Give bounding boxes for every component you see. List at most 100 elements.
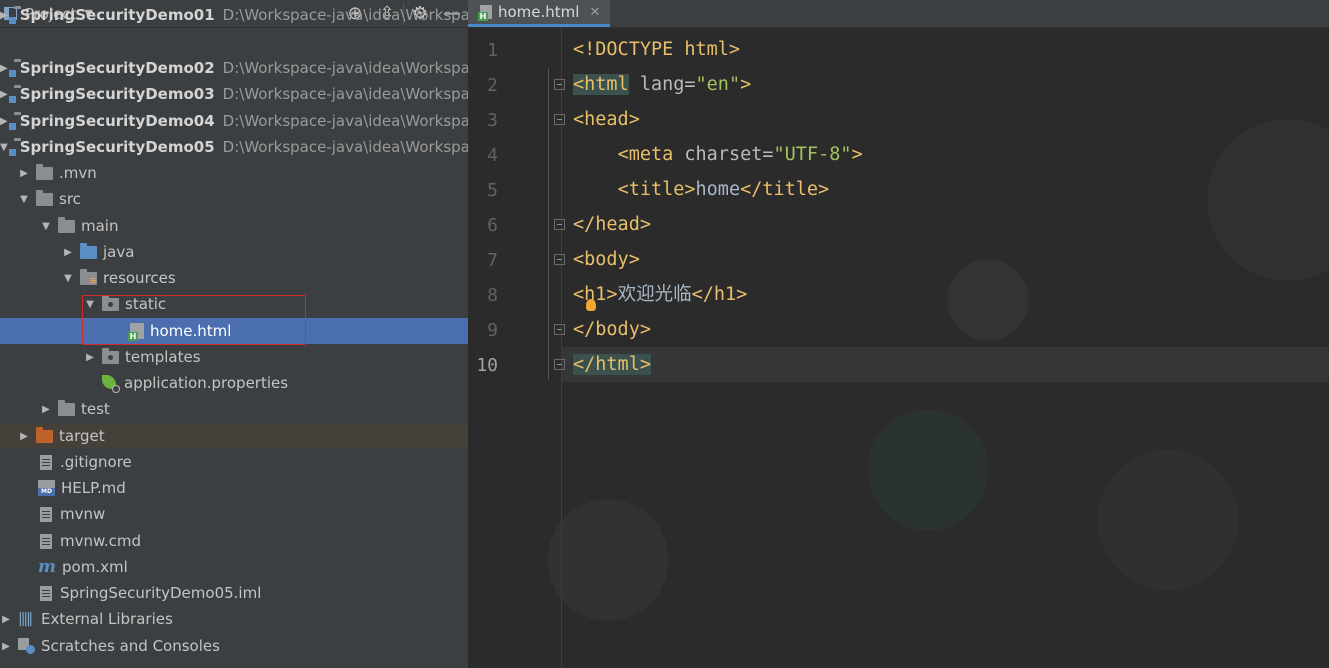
expand-arrow-icon[interactable]: ▶ bbox=[0, 63, 8, 74]
html-file-icon bbox=[128, 323, 144, 341]
current-line-highlight bbox=[561, 347, 1329, 382]
code-token: charset= bbox=[673, 144, 774, 165]
tree-item-springsecuritydemo02[interactable]: ▶ SpringSecurityDemo02 D:\Workspace-java… bbox=[0, 55, 468, 81]
code-token: <!DOCTYPE html> bbox=[573, 39, 741, 60]
collapse-arrow-icon[interactable]: ▼ bbox=[0, 142, 8, 153]
text-file-icon bbox=[40, 454, 52, 470]
tree-item-label: SpringSecurityDemo04 bbox=[19, 112, 215, 130]
tree-item-path: D:\Workspace-java\idea\Workspac bbox=[222, 6, 468, 24]
tree-item-label: templates bbox=[125, 348, 201, 366]
expand-arrow-icon[interactable]: ▶ bbox=[18, 168, 30, 179]
fold-marker-icon[interactable] bbox=[554, 254, 565, 265]
collapse-arrow-icon[interactable]: ▼ bbox=[40, 221, 52, 232]
tree-item-application-properties[interactable]: ▶ application.properties bbox=[0, 370, 468, 396]
markdown-file-icon bbox=[38, 480, 55, 496]
code-editor[interactable]: home.html ✕ 1 2 3 4 5 6 7 8 9 10 <!DOCTY… bbox=[468, 0, 1329, 668]
tree-item-label: SpringSecurityDemo05 bbox=[19, 138, 215, 156]
code-line[interactable]: <html lang="en"> bbox=[573, 67, 751, 102]
expand-arrow-icon[interactable]: ▶ bbox=[0, 10, 8, 21]
text-file-icon bbox=[40, 533, 52, 549]
code-token: <meta bbox=[617, 144, 674, 165]
tab-label: home.html bbox=[498, 3, 580, 21]
expand-arrow-icon[interactable]: ▶ bbox=[40, 404, 52, 415]
expand-arrow-icon[interactable]: ▶ bbox=[18, 431, 30, 442]
tree-item-templates[interactable]: ▶ templates bbox=[0, 344, 468, 370]
tree-item-test[interactable]: ▶ test bbox=[0, 396, 468, 422]
tree-item-label: mvnw bbox=[60, 505, 106, 523]
folder-icon bbox=[36, 189, 53, 206]
code-line[interactable]: <h1>欢迎光临</h1> bbox=[573, 277, 747, 312]
code-token: "UTF-8" bbox=[773, 144, 852, 165]
expand-arrow-icon[interactable]: ▶ bbox=[62, 247, 74, 258]
tree-item-label: application.properties bbox=[124, 374, 289, 392]
code-line[interactable]: <!DOCTYPE html> bbox=[573, 32, 740, 67]
fold-marker-icon[interactable] bbox=[554, 324, 565, 335]
tree-item-mvn[interactable]: ▶ .mvn bbox=[0, 160, 468, 186]
tree-item-springsecuritydemo01[interactable]: ▶ SpringSecurityDemo01 D:\Workspace-java… bbox=[0, 2, 468, 28]
code-line[interactable]: <body> bbox=[573, 242, 640, 277]
expand-arrow-icon[interactable]: ▶ bbox=[0, 641, 12, 652]
code-line[interactable]: </head> bbox=[573, 207, 651, 242]
tree-item-iml[interactable]: ▶ SpringSecurityDemo05.iml bbox=[0, 580, 468, 606]
tree-item-label: resources bbox=[103, 269, 176, 287]
tree-item-target[interactable]: ▶ target bbox=[0, 423, 468, 449]
fold-marker-icon[interactable] bbox=[554, 219, 565, 230]
tree-item-springsecuritydemo03[interactable]: ▶ SpringSecurityDemo03 D:\Workspace-java… bbox=[0, 81, 468, 107]
tab-home-html[interactable]: home.html ✕ bbox=[468, 0, 610, 27]
spring-properties-icon bbox=[102, 375, 120, 393]
code-line[interactable]: </html> bbox=[573, 347, 651, 382]
tree-item-static[interactable]: ▼ static bbox=[0, 291, 468, 317]
code-line[interactable]: <title>home</title> bbox=[573, 172, 830, 207]
code-token: <head> bbox=[573, 109, 640, 130]
line-number: 10 bbox=[476, 355, 498, 376]
tree-item-path: D:\Workspace-java\idea\Workspac bbox=[222, 138, 468, 156]
html-file-icon bbox=[478, 5, 492, 21]
tree-item-external-libraries[interactable]: ▶ |||‖ External Libraries bbox=[0, 606, 468, 632]
tree-item-src[interactable]: ▼ src bbox=[0, 186, 468, 212]
tree-item-label: Scratches and Consoles bbox=[41, 637, 220, 655]
tree-item-mvnw-cmd[interactable]: ▶ mvnw.cmd bbox=[0, 528, 468, 554]
collapse-arrow-icon[interactable]: ▼ bbox=[62, 273, 74, 284]
fold-marker-icon[interactable] bbox=[554, 114, 565, 125]
collapse-arrow-icon[interactable]: ▼ bbox=[84, 299, 96, 310]
expand-arrow-icon[interactable]: ▶ bbox=[0, 89, 8, 100]
expand-arrow-icon[interactable]: ▶ bbox=[0, 614, 12, 625]
scratches-icon bbox=[18, 638, 35, 654]
maven-icon: m bbox=[38, 557, 56, 577]
fold-marker-icon[interactable] bbox=[554, 359, 565, 370]
line-number: 7 bbox=[487, 250, 498, 271]
code-line[interactable]: </body> bbox=[573, 312, 651, 347]
module-file-icon bbox=[40, 585, 52, 601]
tree-item-java[interactable]: ▶ java bbox=[0, 239, 468, 265]
expand-arrow-icon[interactable]: ▶ bbox=[84, 352, 96, 363]
tree-item-home-html[interactable]: ▶ home.html bbox=[0, 318, 468, 344]
tree-item-label: home.html bbox=[150, 322, 232, 340]
folder-icon bbox=[58, 216, 75, 233]
tree-item-label: src bbox=[59, 190, 81, 208]
tree-item-main[interactable]: ▼ main bbox=[0, 213, 468, 239]
tree-item-resources[interactable]: ▼ resources bbox=[0, 265, 468, 291]
line-number: 1 bbox=[487, 40, 498, 61]
tree-item-gitignore[interactable]: ▶ .gitignore bbox=[0, 449, 468, 475]
tree-item-scratches[interactable]: ▶ Scratches and Consoles bbox=[0, 633, 468, 659]
line-number: 5 bbox=[487, 180, 498, 201]
editor-tab-bar: home.html ✕ bbox=[468, 0, 1329, 28]
lightbulb-icon[interactable] bbox=[586, 299, 596, 311]
fold-marker-icon[interactable] bbox=[554, 79, 565, 90]
tree-item-pom-xml[interactable]: ▶ m pom.xml bbox=[0, 554, 468, 580]
code-line[interactable]: <head> bbox=[573, 102, 640, 137]
tree-item-help-md[interactable]: ▶ HELP.md bbox=[0, 475, 468, 501]
code-line[interactable]: <meta charset="UTF-8"> bbox=[573, 137, 863, 172]
fold-guide-line bbox=[548, 68, 549, 380]
code-token: home bbox=[695, 179, 741, 200]
tree-item-label: mvnw.cmd bbox=[60, 532, 142, 550]
tree-item-mvnw[interactable]: ▶ mvnw bbox=[0, 501, 468, 527]
collapse-arrow-icon[interactable]: ▼ bbox=[18, 194, 30, 205]
tree-item-springsecuritydemo04[interactable]: ▶ SpringSecurityDemo04 D:\Workspace-java… bbox=[0, 108, 468, 134]
close-icon[interactable]: ✕ bbox=[589, 5, 600, 20]
tree-item-label: SpringSecurityDemo05.iml bbox=[60, 584, 262, 602]
tree-item-springsecuritydemo05[interactable]: ▼ SpringSecurityDemo05 D:\Workspace-java… bbox=[0, 134, 468, 160]
expand-arrow-icon[interactable]: ▶ bbox=[0, 116, 8, 127]
line-number: 2 bbox=[487, 75, 498, 96]
code-token: </title> bbox=[740, 179, 830, 200]
